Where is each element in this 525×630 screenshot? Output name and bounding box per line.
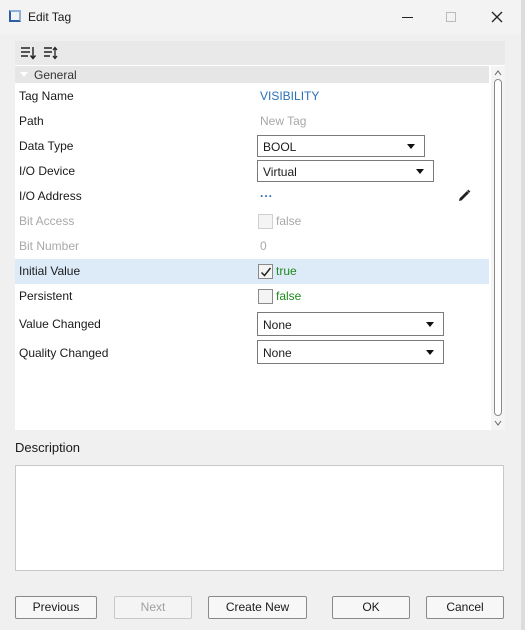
property-row-bit-number: Bit Number 0 — [15, 234, 489, 259]
minimize-button[interactable] — [384, 4, 430, 30]
scrollbar-thumb[interactable] — [494, 79, 502, 416]
property-row-io-address[interactable]: I/O Address ... — [15, 184, 489, 209]
property-label: Persistent — [19, 289, 73, 303]
maximize-icon — [446, 12, 456, 22]
vertical-scrollbar[interactable] — [491, 66, 505, 430]
collapse-caret-icon[interactable] — [20, 72, 28, 77]
scroll-down-icon[interactable] — [494, 419, 502, 427]
property-label: Data Type — [19, 139, 74, 153]
property-row-tag-name[interactable]: Tag Name VISIBILITY — [15, 84, 489, 109]
io-address-browse-button[interactable]: ... — [260, 186, 273, 200]
next-button: Next — [114, 596, 192, 619]
property-label: Bit Access — [19, 214, 75, 228]
create-new-button[interactable]: Create New — [208, 596, 307, 619]
dropdown-arrow-icon — [426, 350, 434, 355]
initial-value-checkbox[interactable] — [258, 264, 273, 279]
checkbox-label: false — [276, 289, 302, 303]
dropdown-arrow-icon — [407, 144, 415, 149]
dropdown-value: BOOL — [263, 140, 297, 154]
checkmark-icon — [260, 267, 272, 277]
property-grid: General Tag Name VISIBILITY Path New Tag… — [15, 41, 505, 430]
title-bar[interactable]: Edit Tag — [0, 0, 521, 34]
sort-categorized-icon[interactable] — [20, 45, 36, 61]
property-row-data-type[interactable]: Data Type BOOL — [15, 134, 489, 159]
property-row-path[interactable]: Path New Tag — [15, 109, 489, 134]
ok-button[interactable]: OK — [332, 596, 410, 619]
dropdown-value: None — [263, 318, 292, 332]
dropdown-arrow-icon — [426, 322, 434, 327]
io-device-dropdown[interactable]: Virtual — [257, 160, 434, 182]
app-logo-icon — [9, 10, 21, 22]
property-label: Initial Value — [19, 264, 81, 278]
checkbox-label: true — [276, 264, 297, 278]
description-label: Description — [15, 440, 81, 455]
dropdown-value: None — [263, 346, 292, 360]
cancel-button[interactable]: Cancel — [426, 596, 504, 619]
property-grid-toolbar — [15, 41, 505, 65]
data-type-dropdown[interactable]: BOOL — [257, 135, 425, 157]
path-value[interactable]: New Tag — [260, 114, 306, 128]
scroll-up-icon[interactable] — [494, 69, 502, 77]
description-textarea[interactable] — [15, 465, 504, 571]
property-row-quality-changed[interactable]: Quality Changed None — [15, 339, 489, 367]
maximize-button[interactable] — [428, 4, 474, 30]
value-changed-dropdown[interactable]: None — [257, 312, 444, 336]
checkbox-label: false — [276, 214, 302, 228]
property-label: Quality Changed — [19, 346, 109, 360]
dropdown-arrow-icon — [416, 169, 424, 174]
persistent-checkbox[interactable] — [258, 289, 273, 304]
bit-number-value: 0 — [260, 239, 267, 253]
property-label: Bit Number — [19, 239, 80, 253]
category-general[interactable]: General — [15, 66, 489, 83]
close-button[interactable] — [474, 4, 520, 30]
bit-access-checkbox — [258, 214, 273, 229]
minimize-icon — [401, 16, 413, 18]
pencil-edit-icon[interactable] — [456, 188, 472, 204]
property-row-initial-value[interactable]: Initial Value true — [15, 259, 489, 284]
window-title: Edit Tag — [28, 10, 72, 24]
dropdown-value: Virtual — [263, 165, 297, 179]
tag-name-value[interactable]: VISIBILITY — [260, 89, 319, 103]
close-icon — [491, 11, 503, 23]
property-label: I/O Address — [19, 189, 82, 203]
category-title: General — [34, 68, 77, 82]
edit-tag-dialog: Edit Tag General Tag Name VISIBILITY Pat… — [0, 0, 525, 630]
property-row-value-changed[interactable]: Value Changed None — [15, 310, 489, 338]
previous-button[interactable]: Previous — [15, 596, 97, 619]
property-row-persistent[interactable]: Persistent false — [15, 284, 489, 309]
quality-changed-dropdown[interactable]: None — [257, 340, 444, 364]
property-label: I/O Device — [19, 164, 76, 178]
property-label: Path — [19, 114, 44, 128]
property-label: Value Changed — [19, 317, 101, 331]
property-label: Tag Name — [19, 89, 74, 103]
property-row-bit-access: Bit Access false — [15, 209, 489, 234]
property-row-io-device[interactable]: I/O Device Virtual — [15, 159, 489, 184]
sort-alphabetical-icon[interactable] — [43, 45, 59, 61]
